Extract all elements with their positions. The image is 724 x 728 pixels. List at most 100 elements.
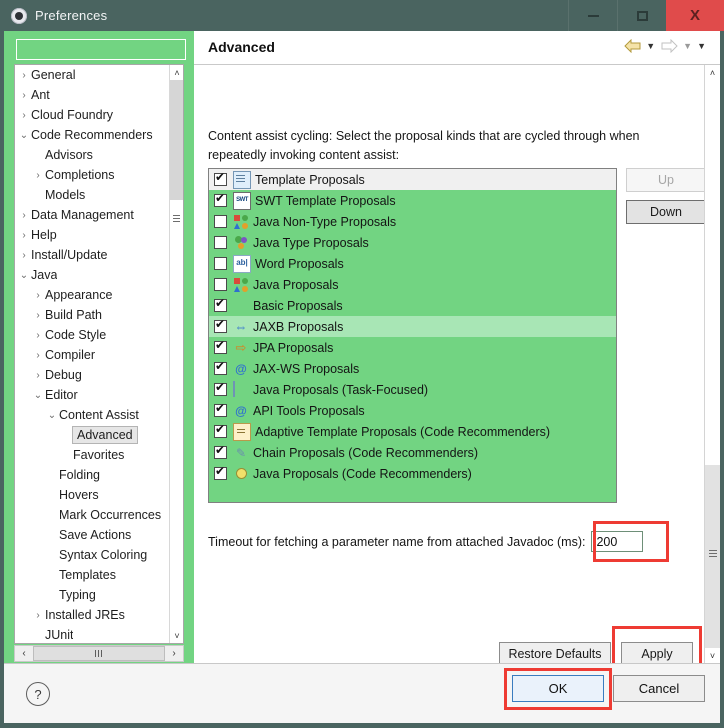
sidebar-item-general[interactable]: › General <box>15 65 170 85</box>
sidebar-item-mark-occurrences[interactable]: Mark Occurrences <box>15 505 170 525</box>
content-scroll-down-icon[interactable]: ˅ <box>705 648 720 663</box>
sidebar-item-save-actions[interactable]: Save Actions <box>15 525 170 545</box>
sidebar-item-advanced[interactable]: Advanced <box>15 425 170 445</box>
sidebar-item-advisors[interactable]: Advisors <box>15 145 170 165</box>
proposal-checkbox[interactable] <box>214 278 227 291</box>
list-item[interactable]: Java Proposals <box>209 274 616 295</box>
tree-scrollbar-thumb[interactable] <box>170 80 183 200</box>
chevron-right-icon[interactable]: › <box>31 310 45 321</box>
proposal-checkbox[interactable] <box>214 215 227 228</box>
list-item[interactable]: Java Type Proposals <box>209 232 616 253</box>
forward-menu-chevron-down-icon[interactable]: ▼ <box>683 41 692 51</box>
list-item[interactable]: ✎ Chain Proposals (Code Recommenders) <box>209 442 616 463</box>
chevron-right-icon[interactable]: › <box>31 330 45 341</box>
sidebar-item-code-style[interactable]: › Code Style <box>15 325 170 345</box>
proposal-checkbox[interactable] <box>214 297 227 312</box>
list-item[interactable]: ab| Word Proposals <box>209 253 616 274</box>
sidebar-item-hovers[interactable]: Hovers <box>15 485 170 505</box>
tree-hscroll-thumb[interactable] <box>33 646 165 661</box>
chevron-right-icon[interactable]: › <box>17 250 31 261</box>
proposal-checkbox[interactable] <box>214 192 227 207</box>
sidebar-item-appearance[interactable]: › Appearance <box>15 285 170 305</box>
sidebar-item-help[interactable]: › Help <box>15 225 170 245</box>
view-menu-chevron-down-icon[interactable]: ▼ <box>697 41 706 51</box>
tree-scroll-left-icon[interactable]: ‹ <box>15 646 33 662</box>
close-button[interactable]: X <box>666 0 724 31</box>
tree-scroll-right-icon[interactable]: › <box>165 646 183 662</box>
content-vertical-scrollbar[interactable]: ˄ ˅ <box>704 65 720 663</box>
chevron-down-icon[interactable]: ⌄ <box>17 270 31 281</box>
sidebar-item-java[interactable]: ⌄ Java <box>15 265 170 285</box>
move-down-button[interactable]: Down <box>626 200 706 224</box>
sidebar-item-data-management[interactable]: › Data Management <box>15 205 170 225</box>
proposal-checkbox[interactable] <box>214 465 227 480</box>
content-scroll-up-icon[interactable]: ˄ <box>705 65 720 80</box>
apply-button[interactable]: Apply <box>621 642 693 663</box>
tree-scroll-up-icon[interactable]: ˄ <box>170 65 183 80</box>
list-item[interactable]: Java Proposals (Code Recommenders) <box>209 463 616 484</box>
sidebar-item-templates[interactable]: Templates <box>15 565 170 585</box>
content-scrollbar-thumb[interactable] <box>705 80 720 465</box>
maximize-button[interactable] <box>617 0 666 31</box>
sidebar-item-typing[interactable]: Typing <box>15 585 170 605</box>
list-item[interactable]: Java Non-Type Proposals <box>209 211 616 232</box>
cancel-button[interactable]: Cancel <box>613 675 705 702</box>
proposal-checkbox[interactable] <box>214 444 227 459</box>
sidebar-item-syntax-coloring[interactable]: Syntax Coloring <box>15 545 170 565</box>
timeout-input[interactable]: 200 <box>591 531 644 552</box>
proposal-checkbox[interactable] <box>214 381 227 396</box>
list-item[interactable]: @ JAX-WS Proposals <box>209 358 616 379</box>
chevron-down-icon[interactable]: ⌄ <box>31 390 45 401</box>
proposal-checkbox[interactable] <box>214 423 227 438</box>
chevron-right-icon[interactable]: › <box>17 70 31 81</box>
sidebar-item-completions[interactable]: › Completions <box>15 165 170 185</box>
ok-button[interactable]: OK <box>512 675 604 702</box>
tree-horizontal-scrollbar[interactable]: ‹ › <box>14 645 184 662</box>
list-item[interactable]: @ API Tools Proposals <box>209 400 616 421</box>
chevron-right-icon[interactable]: › <box>17 210 31 221</box>
minimize-button[interactable] <box>568 0 617 31</box>
chevron-down-icon[interactable]: ⌄ <box>17 130 31 141</box>
tree-scroll-down-icon[interactable]: ˅ <box>170 628 183 643</box>
list-item[interactable]: Java Proposals (Task-Focused) <box>209 379 616 400</box>
sidebar-item-build-path[interactable]: › Build Path <box>15 305 170 325</box>
sidebar-item-code-recommenders[interactable]: ⌄ Code Recommenders <box>15 125 170 145</box>
restore-defaults-button[interactable]: Restore Defaults <box>499 642 611 663</box>
proposal-checkbox[interactable] <box>214 171 227 186</box>
chevron-right-icon[interactable]: › <box>31 290 45 301</box>
list-item[interactable]: Template Proposals <box>209 169 616 190</box>
list-item[interactable]: Basic Proposals <box>209 295 616 316</box>
sidebar-item-debug[interactable]: › Debug <box>15 365 170 385</box>
chevron-right-icon[interactable]: › <box>31 350 45 361</box>
question-mark-icon[interactable]: ? <box>26 682 50 706</box>
sidebar-item-content-assist[interactable]: ⌄ Content Assist <box>15 405 170 425</box>
sidebar-item-folding[interactable]: Folding <box>15 465 170 485</box>
sidebar-item-cloud-foundry[interactable]: › Cloud Foundry <box>15 105 170 125</box>
back-menu-chevron-down-icon[interactable]: ▼ <box>646 41 655 51</box>
sidebar-item-models[interactable]: Models <box>15 185 170 205</box>
sidebar-item-install-update[interactable]: › Install/Update <box>15 245 170 265</box>
tree-vertical-scrollbar[interactable]: ˄ ˅ <box>169 65 183 643</box>
proposal-checkbox[interactable] <box>214 360 227 375</box>
sidebar-item-compiler[interactable]: › Compiler <box>15 345 170 365</box>
chevron-right-icon[interactable]: › <box>31 370 45 381</box>
sidebar-item-ant[interactable]: › Ant <box>15 85 170 105</box>
proposal-checkbox[interactable] <box>214 339 227 354</box>
chevron-right-icon[interactable]: › <box>17 230 31 241</box>
list-item[interactable]: ⇔ JAXB Proposals <box>209 316 616 337</box>
filter-input[interactable] <box>16 39 186 60</box>
list-item[interactable]: Adaptive Template Proposals (Code Recomm… <box>209 421 616 442</box>
back-arrow-icon[interactable] <box>623 38 641 54</box>
sidebar-item-installed-jres[interactable]: › Installed JREs <box>15 605 170 625</box>
sidebar-item-junit[interactable]: JUnit <box>15 625 170 643</box>
proposal-checkbox[interactable] <box>214 257 227 270</box>
chevron-right-icon[interactable]: › <box>17 110 31 121</box>
proposal-checkbox[interactable] <box>214 318 227 333</box>
move-up-button[interactable]: Up <box>626 168 706 192</box>
chevron-down-icon[interactable]: ⌄ <box>45 410 59 421</box>
list-item[interactable]: ⇨ JPA Proposals <box>209 337 616 358</box>
sidebar-item-editor[interactable]: ⌄ Editor <box>15 385 170 405</box>
chevron-right-icon[interactable]: › <box>31 610 45 621</box>
preferences-tree[interactable]: › General › Ant › Cloud Foundry ⌄ Code Recommen… <box>14 64 184 644</box>
chevron-right-icon[interactable]: › <box>17 90 31 101</box>
